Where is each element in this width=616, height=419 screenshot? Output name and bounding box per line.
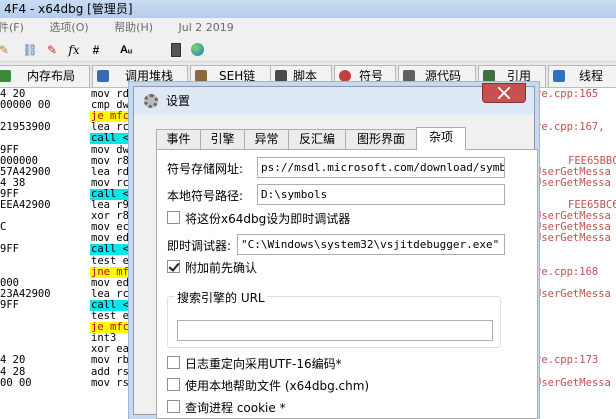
window-title: 4F4 - x64dbg [管理员] xyxy=(4,2,133,16)
set-jit-checkbox[interactable] xyxy=(167,211,180,224)
disasm-instruction: mov rs xyxy=(91,376,129,389)
thread-icon xyxy=(553,70,565,82)
disasm-instruction: mov r8 xyxy=(91,154,129,167)
close-button[interactable] xyxy=(482,83,526,103)
tab-symbols[interactable]: 符号 xyxy=(334,65,396,87)
disasm-instruction: test e xyxy=(91,254,129,267)
local-help-label[interactable]: 使用本地帮助文件 (x64dbg.chm) xyxy=(185,377,369,394)
disasm-address: 9FF xyxy=(0,298,19,311)
confirm-attach-checkbox[interactable] xyxy=(167,260,180,273)
tab-exceptions[interactable]: 异常 xyxy=(244,129,289,149)
symbol-store-label: 符号存储网址: xyxy=(167,162,244,176)
tab-misc[interactable]: 杂项 xyxy=(416,127,466,150)
script-icon xyxy=(275,70,287,82)
misc-settings-panel: 符号存储网址: ps://msdl.microsoft.com/download… xyxy=(156,149,538,419)
link-icon[interactable]: ⛓ xyxy=(22,42,38,58)
menu-help[interactable]: 帮助(H) xyxy=(114,18,153,38)
disasm-comment: UserGetMessa xyxy=(535,176,611,189)
hash-icon[interactable]: # xyxy=(88,42,104,58)
tab-label: 符号 xyxy=(359,69,384,83)
symbol-icon xyxy=(339,70,351,82)
disasm-comment: re.cpp:165 xyxy=(535,88,599,100)
az-icon[interactable]: Aᵤ xyxy=(118,42,134,58)
disasm-address: 00000 00 xyxy=(0,99,51,112)
tab-events[interactable]: 事件 xyxy=(156,129,201,149)
settings-dialog: 设置 事件 引擎 异常 反汇编 图形界面 杂项 符号存储网址: ps://msd… xyxy=(133,83,538,419)
symbol-path-label: 本地符号路径: xyxy=(167,189,244,203)
dialog-title: 设置 xyxy=(166,94,191,108)
disasm-comment: FEE65BBC0:' xyxy=(568,154,616,167)
tab-label: 线程 xyxy=(579,69,604,83)
tab-threads[interactable]: 线程 xyxy=(548,65,616,87)
disasm-instruction: jne mf xyxy=(90,265,130,278)
tab-label: 脚本 xyxy=(293,69,318,83)
tab-memory-map[interactable]: 内存布局 xyxy=(0,65,90,87)
set-jit-label[interactable]: 将这份x64dbg设为即时调试器 xyxy=(185,210,350,227)
search-engine-label: 搜索引擎的 URL xyxy=(175,289,267,306)
disasm-comment: UserGetMessa xyxy=(535,376,611,389)
symbol-store-input[interactable]: ps://msdl.microsoft.com/download/symbols xyxy=(257,157,505,178)
tab-call-stack[interactable]: 调用堆栈 xyxy=(92,65,188,87)
jit-debugger-input[interactable]: "C:\Windows\system32\vsjitdebugger.exe" … xyxy=(237,234,505,255)
pencil-icon[interactable]: ✎ xyxy=(0,42,12,58)
tab-script[interactable]: 脚本 xyxy=(270,65,332,87)
symbol-path-input[interactable]: D:\symbols xyxy=(257,184,505,205)
utf16-label[interactable]: 日志重定向采用UTF-16编码* xyxy=(185,355,342,372)
tab-label: 调用堆栈 xyxy=(125,69,174,83)
dialog-title-bar: 设置 xyxy=(134,87,534,115)
globe-icon[interactable] xyxy=(190,42,206,58)
disasm-address: 00 00 xyxy=(0,376,32,389)
menu-file[interactable]: 件(F) xyxy=(0,18,24,38)
tab-label: 源代码 xyxy=(425,69,462,83)
disasm-instruction: mov dw xyxy=(91,143,129,156)
reference-icon xyxy=(483,70,495,82)
disasm-address: C xyxy=(0,221,7,234)
disasm-instruction: call < xyxy=(90,132,130,145)
disasm-comment: re.cpp:167, xyxy=(535,121,605,134)
tab-label: 内存布局 xyxy=(27,69,76,83)
calculator-icon[interactable] xyxy=(168,42,184,58)
disasm-comment: UserGetMessa xyxy=(535,287,611,300)
toolbar: ✎ ⛓ ✎ fx # Aᵤ xyxy=(0,38,616,62)
callstack-icon xyxy=(97,70,109,82)
tab-engine[interactable]: 引擎 xyxy=(200,129,245,149)
disasm-comment: re.cpp:173 xyxy=(535,354,599,367)
disasm-address: 21953900 xyxy=(0,121,51,134)
tab-disassembly[interactable]: 反汇编 xyxy=(288,129,346,149)
disasm-address: 9FF xyxy=(0,243,19,256)
gear-icon xyxy=(144,94,158,108)
disasm-address: EEA42900 xyxy=(0,199,51,211)
disasm-comment: re.cpp:168 xyxy=(535,265,599,278)
query-cookie-label[interactable]: 查询进程 cookie * xyxy=(185,399,286,416)
disasm-address: 4 28 xyxy=(0,365,26,378)
source-icon xyxy=(403,70,415,82)
disasm-instruction: mov rb xyxy=(91,354,129,367)
search-engine-input[interactable] xyxy=(177,320,493,341)
tab-source[interactable]: 源代码 xyxy=(398,65,476,87)
disasm-instruction: call < xyxy=(90,243,130,256)
utf16-checkbox[interactable] xyxy=(167,356,180,369)
disasm-address: 4 20 xyxy=(0,354,26,367)
confirm-attach-label[interactable]: 附加前先确认 xyxy=(185,259,257,276)
local-help-checkbox[interactable] xyxy=(167,378,180,391)
disasm-instruction: add rs xyxy=(91,365,129,378)
menu-options[interactable]: 选项(O) xyxy=(49,18,88,38)
tab-gui[interactable]: 图形界面 xyxy=(345,129,417,149)
disasm-address: 000000 xyxy=(0,154,38,167)
disasm-address: 9FF xyxy=(0,143,19,156)
window-title-bar: 4F4 - x64dbg [管理员] xyxy=(0,0,616,18)
tab-label: 引用 xyxy=(507,69,532,83)
menu-bar: 件(F) 选项(O) 帮助(H) Jul 2 2019 xyxy=(0,18,616,38)
memory-icon xyxy=(0,70,11,82)
tab-seh-chain[interactable]: SEH链 xyxy=(190,65,280,87)
tab-label: SEH链 xyxy=(219,69,256,83)
jit-debugger-label: 即时调试器: xyxy=(167,239,232,253)
seh-icon xyxy=(195,70,207,82)
disasm-comment: UserGetMessa xyxy=(535,232,611,245)
patch-icon[interactable]: ✎ xyxy=(44,42,60,58)
fx-icon[interactable]: fx xyxy=(66,42,82,58)
build-date: Jul 2 2019 xyxy=(178,21,234,34)
query-cookie-checkbox[interactable] xyxy=(167,400,180,413)
